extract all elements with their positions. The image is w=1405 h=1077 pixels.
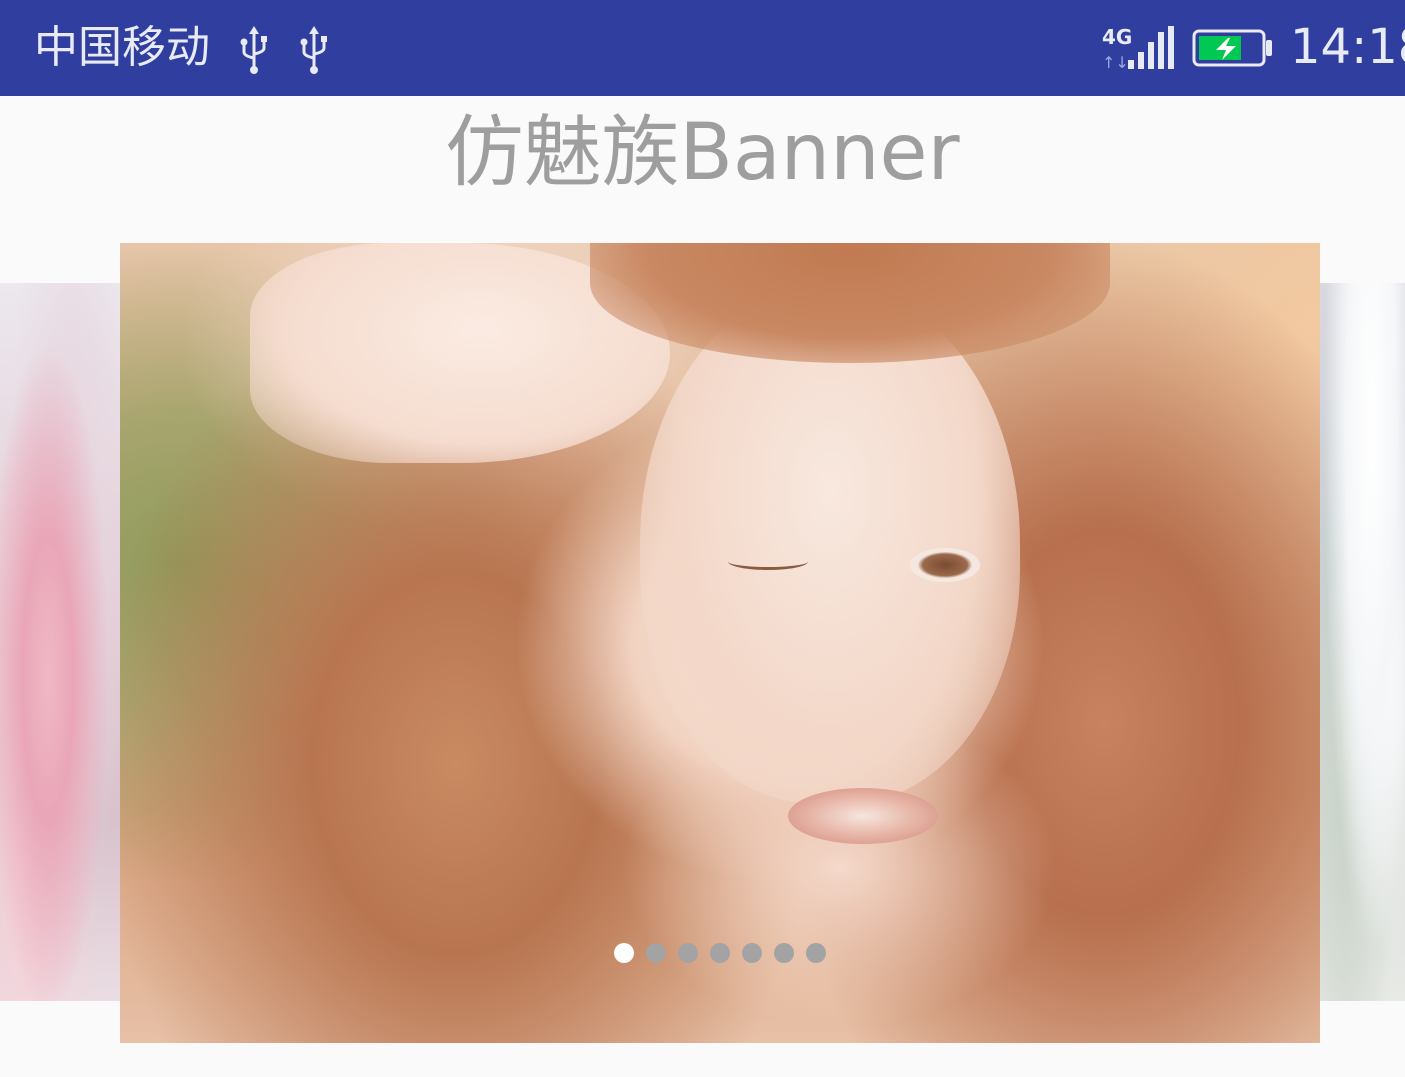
status-bar: 中国移动 4G ↑↓ 14:1 [0, 0, 1405, 96]
page-dot[interactable] [678, 943, 698, 963]
status-time: 14:18 [1290, 19, 1405, 75]
page-dot[interactable] [806, 943, 826, 963]
page-dot[interactable] [774, 943, 794, 963]
banner-current-image[interactable] [120, 243, 1320, 1043]
photo-eye [728, 553, 808, 570]
banner-page-indicator[interactable] [120, 940, 1320, 966]
photo-lips [788, 788, 938, 844]
signal-icon: 4G ↑↓ [1102, 25, 1174, 72]
battery-charging-icon [1192, 29, 1272, 67]
network-type-label: 4G [1102, 25, 1132, 49]
carrier-name: 中国移动 [34, 22, 210, 73]
page-dot-active[interactable] [614, 943, 634, 963]
photo-eye [910, 548, 980, 582]
banner-next-card[interactable] [1320, 283, 1405, 1001]
page-dot[interactable] [742, 943, 762, 963]
page-dot[interactable] [710, 943, 730, 963]
usb-icon [300, 26, 327, 74]
page-dot[interactable] [646, 943, 666, 963]
usb-icon [240, 26, 267, 74]
banner-previous-card[interactable] [0, 283, 120, 1001]
page-title: 仿魅族Banner [445, 108, 960, 198]
svg-text:↑↓: ↑↓ [1102, 53, 1129, 72]
